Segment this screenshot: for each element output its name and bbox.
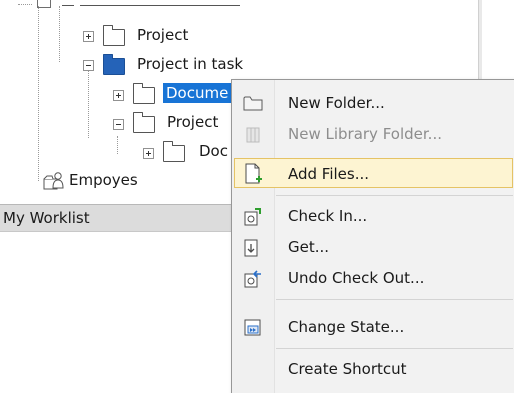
text-fragment [80, 0, 240, 6]
change-state-icon [243, 318, 263, 336]
menu-item-get[interactable]: Get... [234, 232, 513, 262]
shortcut-icon [243, 360, 263, 378]
tree-item-docume[interactable]: Docume [163, 83, 232, 103]
new-folder-icon [243, 94, 263, 112]
tree-connector [38, 6, 39, 181]
menu-item-add-files[interactable]: Add Files... [234, 158, 513, 188]
menu-item-undo-check-out[interactable]: Undo Check Out... [234, 263, 513, 293]
menu-separator [276, 195, 513, 196]
expand-button[interactable] [83, 31, 94, 42]
menu-item-create-shortcut[interactable]: Create Shortcut [234, 354, 513, 384]
text-fragment [62, 0, 74, 6]
folder-icon [133, 83, 155, 104]
users-icon [43, 171, 65, 191]
worklist-title: My Worklist [3, 209, 90, 227]
expand-button[interactable] [113, 90, 124, 101]
expand-button[interactable] [143, 148, 154, 159]
folder-icon [133, 112, 155, 133]
tree-item-project[interactable]: Project [137, 25, 188, 45]
menu-item-new-folder[interactable]: New Folder... [234, 88, 513, 118]
menu-item-change-state[interactable]: Change State... [234, 312, 513, 342]
folder-blue-icon [103, 54, 125, 75]
add-file-icon [243, 163, 263, 184]
collapse-button[interactable] [113, 119, 124, 130]
menu-item-check-in[interactable]: Check In... [234, 201, 513, 231]
tree-item-doc[interactable]: Doc [199, 141, 228, 161]
tree-item-empoyes[interactable]: Empoyes [69, 170, 138, 190]
menu-item-new-library-folder[interactable]: New Library Folder... [234, 119, 513, 149]
tree-connector [18, 4, 32, 5]
context-menu: New Folder... New Library Folder... Add … [231, 79, 514, 393]
folder-icon [163, 141, 185, 162]
folder-icon [37, 0, 51, 8]
folder-icon [103, 25, 125, 46]
get-icon [243, 238, 263, 257]
menu-separator [276, 348, 513, 349]
check-in-icon [243, 207, 263, 226]
library-folder-icon [243, 125, 263, 143]
tree-connector [88, 70, 89, 138]
tree-connector [117, 136, 118, 154]
tree-connector [59, 6, 60, 62]
collapse-button[interactable] [83, 60, 94, 71]
tree-item-project-in-task[interactable]: Project in task [137, 54, 243, 74]
menu-separator [276, 299, 513, 300]
tree-item-project-nested[interactable]: Project [167, 112, 218, 132]
undo-checkout-icon [243, 269, 263, 288]
